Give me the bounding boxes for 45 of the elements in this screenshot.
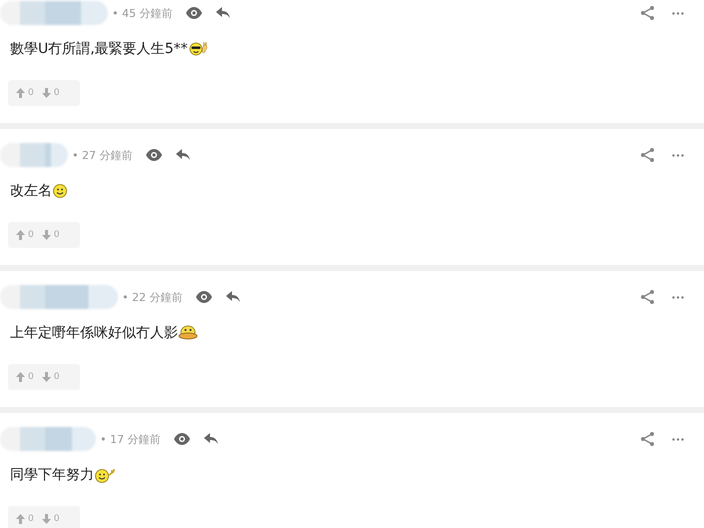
post-time: • 22 分鐘前 xyxy=(122,290,182,304)
arrow-down-icon xyxy=(42,372,51,382)
downvote-button[interactable]: 0 xyxy=(42,372,60,382)
upvote-button[interactable]: 0 xyxy=(16,514,34,524)
downvote-button[interactable]: 0 xyxy=(42,514,60,524)
more-icon[interactable] xyxy=(672,12,684,14)
share-icon[interactable] xyxy=(641,290,654,304)
reply-icon[interactable] xyxy=(204,433,218,445)
smiley-emoji-icon xyxy=(52,183,68,199)
blurred-username-drawing xyxy=(0,143,68,167)
share-icon[interactable] xyxy=(641,6,654,20)
arrow-up-icon xyxy=(16,88,25,98)
post-time: • 17 分鐘前 xyxy=(100,432,160,446)
arrow-up-icon xyxy=(16,372,25,382)
comment-text: 上年定嘢年係咪好似冇人影 xyxy=(10,324,178,342)
upvote-button[interactable]: 0 xyxy=(16,88,34,98)
more-icon[interactable] xyxy=(672,296,684,298)
eye-icon[interactable] xyxy=(196,291,212,303)
arrow-down-icon xyxy=(42,88,51,98)
more-icon[interactable] xyxy=(672,438,684,440)
post-time: • 45 分鐘前 xyxy=(112,6,172,20)
arrow-up-icon xyxy=(16,230,25,240)
eye-icon[interactable] xyxy=(186,7,202,19)
eye-icon[interactable] xyxy=(146,149,162,161)
arrow-down-icon xyxy=(42,514,51,524)
share-icon[interactable] xyxy=(641,432,654,446)
reply-icon[interactable] xyxy=(226,291,240,303)
reply-icon[interactable] xyxy=(176,149,190,161)
downvote-button[interactable]: 0 xyxy=(42,88,60,98)
eye-icon[interactable] xyxy=(174,433,190,445)
more-icon[interactable] xyxy=(672,154,684,156)
arrow-down-icon xyxy=(42,230,51,240)
upvote-button[interactable]: 0 xyxy=(16,230,34,240)
upvote-button[interactable]: 0 xyxy=(16,372,34,382)
share-icon[interactable] xyxy=(641,148,654,162)
waving-emoji-icon xyxy=(94,467,116,483)
arrow-up-icon xyxy=(16,514,25,524)
post-time: • 27 分鐘前 xyxy=(72,148,132,162)
downvote-button[interactable]: 0 xyxy=(42,230,60,240)
reply-icon[interactable] xyxy=(216,7,230,19)
comment-text: 數學U冇所謂,最緊要人生5** xyxy=(10,40,188,58)
comment-text: 同學下年努力 xyxy=(10,466,94,484)
duck-emoji-icon xyxy=(178,325,198,341)
sunglasses-emoji-icon xyxy=(188,40,208,58)
comment-text: 改左名 xyxy=(10,182,52,200)
